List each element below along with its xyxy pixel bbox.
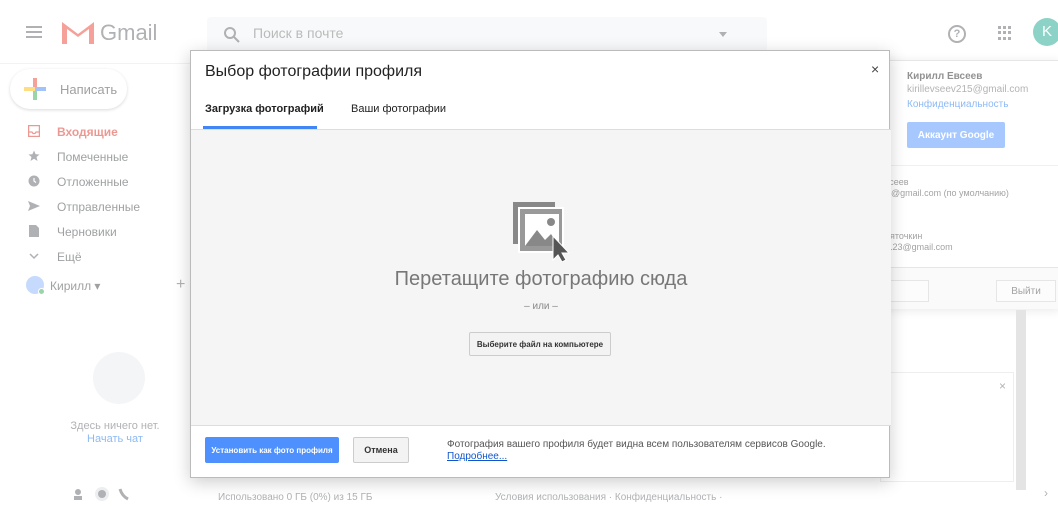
choose-file-button[interactable]: Выберите файл на компьютере <box>469 332 611 356</box>
close-icon[interactable]: × <box>871 61 879 77</box>
set-profile-photo-button[interactable]: Установить как фото профиля <box>205 437 339 463</box>
learn-more-link[interactable]: Подробнее... <box>447 451 826 463</box>
divider <box>191 425 891 426</box>
or-separator: – или – <box>524 301 558 312</box>
privacy-info-text: Фотография вашего профиля будет видна вс… <box>447 439 826 450</box>
photo-upload-icon <box>513 202 571 262</box>
drop-text: Перетащите фотографию сюда <box>394 268 688 290</box>
privacy-info: Фотография вашего профиля будет видна вс… <box>447 439 826 463</box>
drop-zone[interactable]: Перетащите фотографию сюда – или – Выбер… <box>191 130 891 425</box>
tab-your-photos[interactable]: Ваши фотографии <box>351 103 446 115</box>
dialog-title: Выбор фотографии профиля <box>205 63 423 80</box>
cancel-button[interactable]: Отмена <box>353 437 409 463</box>
profile-photo-dialog: Выбор фотографии профиля × Загрузка фото… <box>190 50 891 478</box>
tab-upload-photos[interactable]: Загрузка фотографий <box>205 103 324 123</box>
